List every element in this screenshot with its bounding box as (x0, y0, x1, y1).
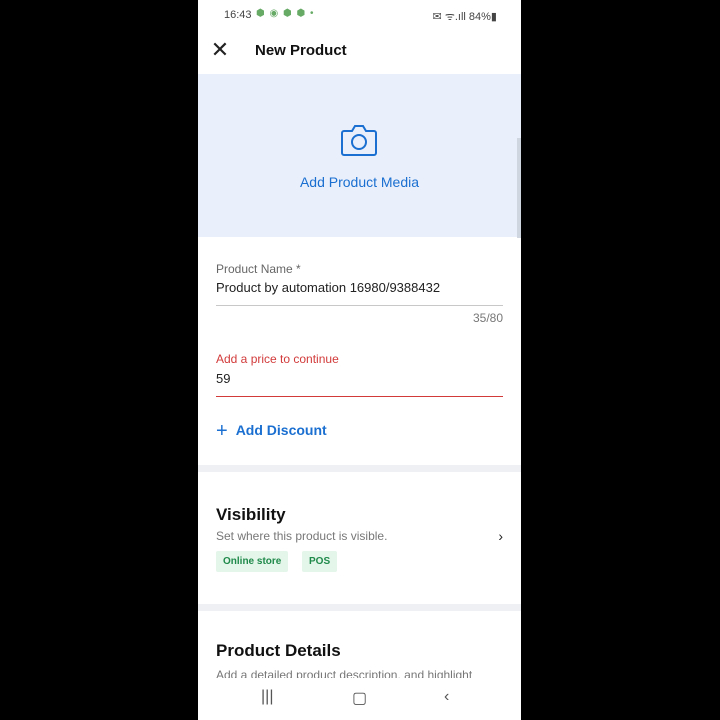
section-divider (198, 465, 521, 472)
camera-icon (341, 125, 377, 156)
product-name-underline (216, 305, 503, 306)
price-input[interactable]: 59 (216, 371, 230, 386)
tag-pos: POS (302, 551, 338, 572)
product-name-input[interactable]: Product by automation 16980/9388432 (216, 280, 440, 295)
tag-online-store: Online store (216, 551, 289, 572)
price-error-label: Add a price to continue (216, 352, 339, 366)
notification-icons: ⬢ ◉ ⬢ ⬢ • (256, 8, 315, 19)
chevron-right-icon[interactable]: › (498, 528, 503, 544)
status-time: 16:43 (224, 9, 252, 21)
add-product-media-label: Add Product Media (299, 174, 420, 190)
page-title: New Product (255, 42, 347, 59)
system-nav-bar: ||| ▢ ‹ (198, 678, 521, 720)
product-details-title: Product Details (216, 641, 341, 660)
plus-icon: + (216, 420, 228, 442)
app-screen: 16:43 ⬢ ◉ ⬢ ⬢ • ✉ ᯤ.ıll 84%▮ ✕ New Produ… (198, 0, 521, 720)
app-bar: ✕ New Product (198, 30, 521, 74)
product-details-subtitle: Add a detailed product description, and … (216, 668, 473, 678)
product-name-counter: 35/80 (472, 311, 503, 325)
section-divider (198, 604, 521, 611)
status-bar: 16:43 ⬢ ◉ ⬢ ⬢ • ✉ ᯤ.ıll 84%▮ (198, 0, 521, 30)
product-name-label: Product Name * (216, 262, 301, 276)
add-product-media-button[interactable]: Add Product Media (198, 74, 521, 237)
add-discount-button[interactable]: + Add Discount (216, 420, 327, 442)
visibility-subtitle: Set where this product is visible. (216, 529, 388, 543)
close-icon[interactable]: ✕ (210, 39, 230, 61)
visibility-title: Visibility (216, 505, 286, 524)
add-discount-label: Add Discount (235, 422, 327, 438)
back-icon[interactable]: ‹ (444, 688, 449, 706)
status-right: ✉ ᯤ.ıll 84%▮ (432, 11, 497, 23)
home-icon[interactable]: ▢ (352, 688, 367, 708)
scrollbar[interactable] (517, 138, 521, 238)
recent-apps-icon[interactable]: ||| (261, 688, 273, 706)
price-underline (216, 396, 503, 397)
